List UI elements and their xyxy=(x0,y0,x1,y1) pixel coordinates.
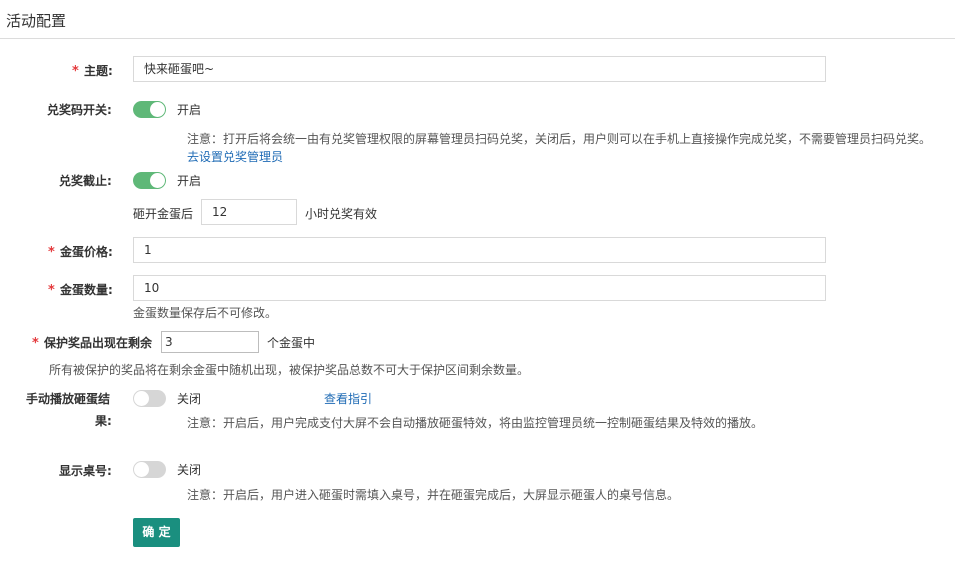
required-asterisk: * xyxy=(48,283,55,298)
manual-play-toggle[interactable] xyxy=(133,390,166,407)
required-asterisk: * xyxy=(72,64,79,79)
set-prize-admin-link[interactable]: 去设置兑奖管理员 xyxy=(187,148,283,165)
show-table-state: 关闭 xyxy=(177,463,202,477)
prize-code-toggle[interactable] xyxy=(133,101,166,118)
show-table-toggle[interactable] xyxy=(133,461,166,478)
egg-count-label: 金蛋数量: xyxy=(60,283,113,297)
toggle-knob xyxy=(134,462,149,477)
view-guide-link[interactable]: 查看指引 xyxy=(324,390,372,407)
toggle-knob xyxy=(150,102,165,117)
page-title: 活动配置 xyxy=(6,12,67,30)
theme-label: 主题: xyxy=(84,64,113,78)
egg-count-input[interactable]: 10 xyxy=(133,275,826,301)
prize-deadline-state: 开启 xyxy=(177,174,202,188)
prize-deadline-hours-input[interactable]: 12 xyxy=(201,199,297,225)
prize-code-label: 兑奖码开关: xyxy=(47,103,112,117)
title-divider xyxy=(0,38,955,39)
manual-play-note: 注意：开启后，用户完成支付大屏不会自动播放砸蛋特效，将由监控管理员统一控制砸蛋结… xyxy=(187,416,764,430)
protected-prize-suffix: 个金蛋中 xyxy=(267,336,316,350)
show-table-note: 注意：开启后，用户进入砸蛋时需填入桌号，并在砸蛋完成后，大屏显示砸蛋人的桌号信息… xyxy=(187,488,680,502)
manual-play-label-line1: 手动播放砸蛋结 xyxy=(26,392,111,406)
prize-deadline-toggle[interactable] xyxy=(133,172,166,189)
show-table-label: 显示桌号: xyxy=(59,464,112,478)
protected-prize-note: 所有被保护的奖品将在剩余金蛋中随机出现，被保护奖品总数不可大于保护区间剩余数量。 xyxy=(49,363,530,377)
prize-code-state: 开启 xyxy=(177,103,202,117)
egg-price-label: 金蛋价格: xyxy=(60,245,113,259)
toggle-knob xyxy=(134,391,149,406)
protected-prize-label: 保护奖品出现在剩余 xyxy=(44,336,153,350)
egg-price-input[interactable]: 1 xyxy=(133,237,826,263)
protected-prize-input[interactable]: 3 xyxy=(161,331,259,353)
required-asterisk: * xyxy=(32,336,39,351)
theme-input[interactable]: 快来砸蛋吧~ xyxy=(133,56,826,82)
required-asterisk: * xyxy=(48,245,55,260)
prize-deadline-suffix: 小时兑奖有效 xyxy=(305,207,378,221)
egg-count-note: 金蛋数量保存后不可修改。 xyxy=(133,306,278,320)
manual-play-state: 关闭 xyxy=(177,392,202,406)
prize-deadline-label: 兑奖截止: xyxy=(59,174,112,188)
prize-code-note: 注意：打开后将会统一由有兑奖管理权限的屏幕管理员扫码兑奖，关闭后，用户则可以在手… xyxy=(187,132,932,146)
manual-play-label-line2: 果: xyxy=(95,414,112,428)
toggle-knob xyxy=(150,173,165,188)
prize-deadline-prefix: 砸开金蛋后 xyxy=(133,207,194,221)
confirm-button[interactable]: 确 定 xyxy=(133,518,180,547)
